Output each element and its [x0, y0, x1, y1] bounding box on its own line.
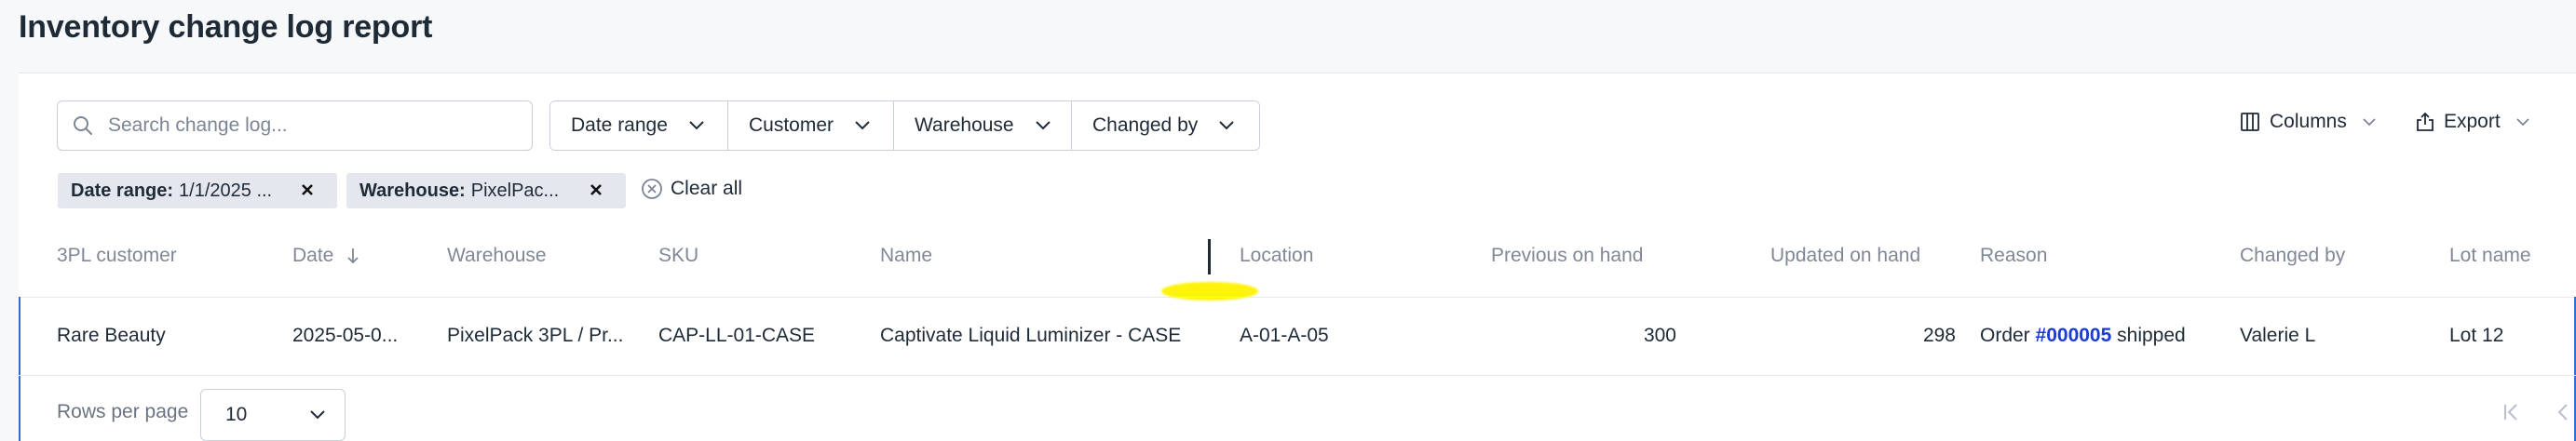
- search-icon: [73, 114, 97, 138]
- changed-by-filter-label: Changed by: [1092, 114, 1199, 136]
- filter-chip-date-range: Date range: 1/1/2025 ...: [58, 173, 337, 208]
- row-focus-border: [19, 297, 20, 441]
- date-range-filter-label: Date range: [571, 114, 668, 136]
- filter-chip-value: PixelPac...: [470, 180, 560, 201]
- close-icon[interactable]: [298, 180, 317, 199]
- cell-location: A-01-A-05: [1240, 325, 1329, 346]
- close-icon[interactable]: [587, 180, 605, 199]
- column-header-changed-by[interactable]: Changed by: [2240, 245, 2345, 267]
- column-header-reason[interactable]: Reason: [1980, 245, 2047, 267]
- column-header-name[interactable]: Name: [880, 245, 932, 267]
- cell-reason: Order #000005 shipped: [1980, 325, 2186, 347]
- column-header-location[interactable]: Location: [1240, 245, 1313, 267]
- warehouse-filter[interactable]: Warehouse: [894, 101, 1072, 150]
- customer-filter[interactable]: Customer: [728, 101, 894, 150]
- chevron-down-icon: [309, 409, 326, 421]
- filter-group: Date range Customer Warehouse Changed by: [549, 100, 1260, 151]
- first-page-icon[interactable]: [2501, 402, 2522, 422]
- column-header-lot-name[interactable]: Lot name: [2449, 245, 2531, 267]
- column-resize-handle[interactable]: [1208, 239, 1211, 274]
- chevron-down-icon: [854, 120, 871, 131]
- sort-down-arrow-icon: [346, 247, 359, 265]
- previous-page-icon[interactable]: [2554, 402, 2574, 422]
- filter-chip-key: Warehouse:: [359, 180, 466, 201]
- chevron-down-icon: [688, 120, 705, 131]
- rows-per-page-select[interactable]: 10: [200, 389, 346, 441]
- column-header-warehouse[interactable]: Warehouse: [447, 245, 547, 267]
- export-label: Export: [2444, 111, 2501, 132]
- chevron-down-icon: [1035, 120, 1051, 131]
- cell-updated-on-hand: 298: [1922, 325, 1956, 346]
- columns-button[interactable]: Columns: [2240, 111, 2377, 133]
- column-header-sku[interactable]: SKU: [658, 245, 698, 267]
- date-range-filter[interactable]: Date range: [550, 101, 728, 150]
- export-icon: [2416, 112, 2434, 132]
- table-divider: [19, 375, 2576, 376]
- column-header-updated-on-hand[interactable]: Updated on hand: [1770, 245, 1920, 267]
- rows-per-page-value: 10: [225, 404, 248, 425]
- column-header-date[interactable]: Date: [292, 245, 359, 267]
- reason-prefix: Order: [1980, 325, 2030, 346]
- column-header-3pl-customer[interactable]: 3PL customer: [57, 245, 177, 267]
- cell-changed-by: Valerie L: [2240, 325, 2316, 346]
- filter-chip-warehouse: Warehouse: PixelPac...: [346, 173, 626, 208]
- chevron-down-icon: [2362, 117, 2377, 127]
- cell-warehouse: PixelPack 3PL / Pr...: [447, 325, 624, 346]
- reason-suffix: shipped: [2117, 325, 2186, 346]
- chevron-down-icon: [2515, 117, 2530, 127]
- column-header-previous-on-hand[interactable]: Previous on hand: [1491, 245, 1643, 267]
- columns-icon: [2240, 112, 2260, 132]
- search-box[interactable]: [57, 100, 533, 151]
- annotation-highlight: [1161, 282, 1258, 301]
- cell-name: Captivate Liquid Luminizer - CASE: [880, 325, 1182, 346]
- cell-lot-name: Lot 12: [2449, 325, 2504, 346]
- chevron-down-icon: [1218, 120, 1235, 131]
- warehouse-filter-label: Warehouse: [915, 114, 1014, 136]
- cell-date: 2025-05-0...: [292, 325, 399, 346]
- cell-sku: CAP-LL-01-CASE: [658, 325, 816, 346]
- report-card: Date range Customer Warehouse Changed by…: [19, 73, 2576, 441]
- cell-3pl-customer: Rare Beauty: [57, 325, 166, 346]
- filter-chip-key: Date range:: [71, 180, 174, 201]
- filter-chip-value: 1/1/2025 ...: [179, 180, 273, 201]
- customer-filter-label: Customer: [749, 114, 834, 136]
- table-divider: [19, 297, 2576, 298]
- clear-all-label: Clear all: [671, 178, 743, 199]
- rows-per-page-label: Rows per page: [57, 401, 189, 422]
- cell-previous-on-hand: 300: [1643, 325, 1676, 346]
- column-header-date-label: Date: [292, 245, 334, 266]
- export-button[interactable]: Export: [2416, 111, 2530, 133]
- order-link[interactable]: #000005: [2036, 325, 2112, 346]
- changed-by-filter[interactable]: Changed by: [1072, 101, 1259, 150]
- page-title: Inventory change log report: [19, 9, 433, 45]
- clear-all-button[interactable]: Clear all: [641, 178, 742, 200]
- clear-circle-icon: [641, 178, 663, 200]
- columns-label: Columns: [2270, 111, 2347, 132]
- search-input[interactable]: [108, 114, 518, 137]
